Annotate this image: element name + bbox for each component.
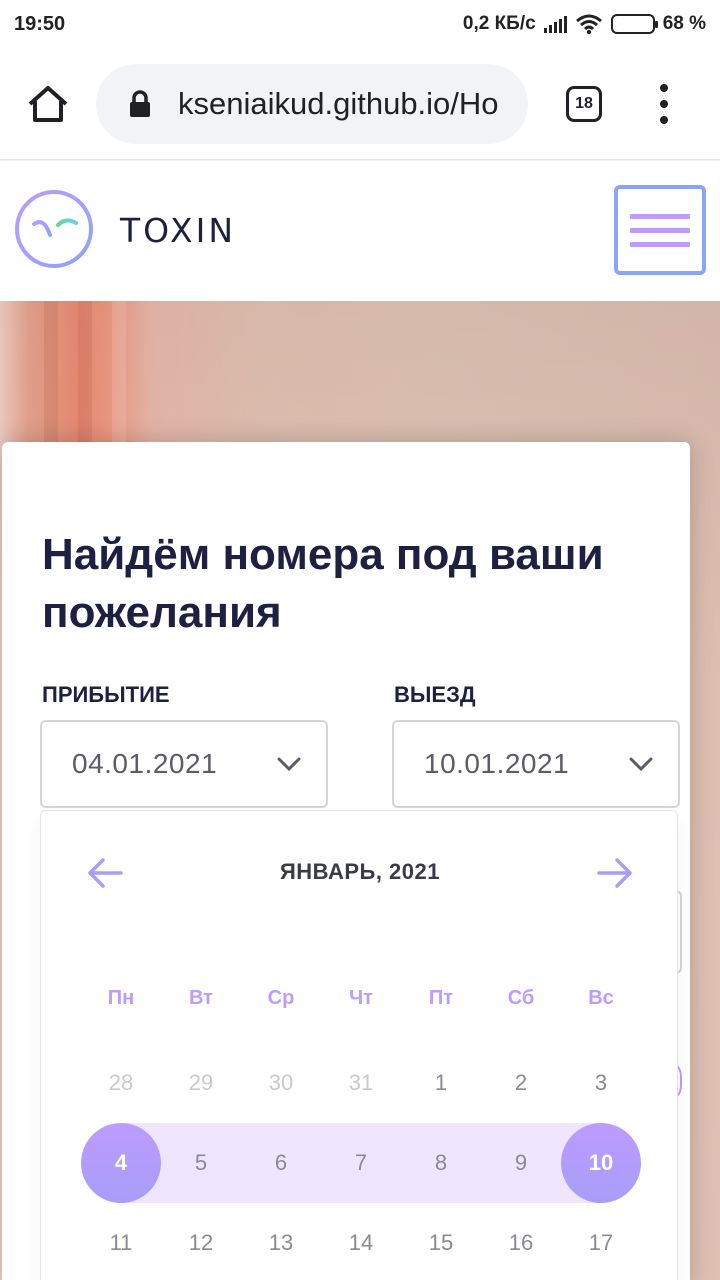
weekday-header: Пн Вт Ср Чт Пт Сб Вс — [81, 987, 641, 1010]
network-speed: 0,2 КБ/с — [462, 13, 536, 34]
weekday: Пн — [107, 987, 135, 1009]
calendar-day-range-start[interactable]: 4 — [81, 1123, 161, 1203]
calendar-day[interactable]: 30 — [241, 1043, 321, 1123]
calendar-day-in-range[interactable]: 8 — [401, 1123, 481, 1203]
calendar-day[interactable]: 17 — [561, 1203, 641, 1280]
weekday: Ср — [267, 987, 295, 1009]
logo-icon[interactable] — [14, 189, 94, 269]
calendar-day-in-range[interactable]: 7 — [321, 1123, 401, 1203]
calendar-day[interactable]: 29 — [161, 1043, 241, 1123]
lock-icon — [130, 90, 150, 117]
calendar-month: ЯНВАРЬ, 2021 — [279, 859, 441, 884]
status-indicators: 0,2 КБ/с 68 % — [463, 13, 706, 35]
chevron-down-icon — [629, 757, 653, 772]
url-text: kseniaikud.github.io/Ho — [178, 86, 499, 121]
home-icon[interactable] — [26, 84, 70, 124]
calendar-day-in-range[interactable]: 6 — [241, 1123, 321, 1203]
arrival-label: прибытие — [42, 682, 170, 707]
tab-count: 18 — [575, 95, 593, 112]
card-title: Найдём номера под ваши пожелания — [42, 530, 604, 637]
weekday: Сб — [507, 987, 535, 1009]
calendar-week: 11 12 13 14 15 16 17 — [81, 1203, 641, 1280]
chevron-down-icon — [277, 757, 301, 772]
calendar-day[interactable]: 31 — [321, 1043, 401, 1123]
signal-icon — [543, 15, 567, 33]
calendar-day-in-range[interactable]: 5 — [161, 1123, 241, 1203]
departure-date-field[interactable]: 10.01.2021 — [392, 720, 680, 808]
weekday: Пт — [428, 987, 454, 1009]
calendar-day[interactable]: 1 — [401, 1043, 481, 1123]
calendar-day-in-range[interactable]: 9 — [481, 1123, 561, 1203]
calendar-day[interactable]: 14 — [321, 1203, 401, 1280]
calendar-day[interactable]: 16 — [481, 1203, 561, 1280]
calendar-day[interactable]: 28 — [81, 1043, 161, 1123]
arrival-date-value: 04.01.2021 — [72, 748, 218, 779]
departure-label: выезд — [394, 682, 476, 707]
logo-text: TOXIN — [120, 211, 237, 250]
departure-date-value: 10.01.2021 — [424, 748, 570, 779]
wifi-icon — [575, 14, 602, 35]
address-bar[interactable]: kseniaikud.github.io/Ho — [96, 64, 528, 144]
hamburger-icon[interactable] — [614, 185, 706, 275]
tabs-button[interactable]: 18 — [566, 86, 602, 122]
weekday: Вт — [189, 987, 213, 1009]
calendar-day[interactable]: 2 — [481, 1043, 561, 1123]
calendar-day[interactable]: 3 — [561, 1043, 641, 1123]
status-time: 19:50 — [14, 12, 66, 35]
browser-toolbar: kseniaikud.github.io/Ho 18 — [0, 48, 720, 160]
arrow-forward-icon[interactable] — [595, 855, 635, 891]
calendar-day[interactable]: 12 — [161, 1203, 241, 1280]
status-bar: 19:50 0,2 КБ/с 68 % — [0, 0, 720, 48]
site-header: TOXIN — [0, 161, 720, 301]
calendar-day-range-end[interactable]: 10 — [561, 1123, 641, 1203]
battery-icon — [610, 14, 658, 34]
date-picker-calendar: ЯНВАРЬ, 2021 Пн Вт Ср Чт Пт Сб Вс 28 29 … — [40, 810, 678, 1280]
arrival-date-field[interactable]: 04.01.2021 — [40, 720, 328, 808]
more-vert-icon[interactable] — [656, 84, 672, 124]
calendar-day[interactable]: 11 — [81, 1203, 161, 1280]
weekday: Вс — [588, 987, 614, 1009]
calendar-week: 4 5 6 7 8 9 10 — [81, 1123, 641, 1203]
calendar-week: 28 29 30 31 1 2 3 — [81, 1043, 641, 1123]
calendar-day[interactable]: 15 — [401, 1203, 481, 1280]
calendar-day[interactable]: 13 — [241, 1203, 321, 1280]
weekday: Чт — [349, 987, 373, 1009]
battery-percent: 68 % — [662, 13, 706, 34]
